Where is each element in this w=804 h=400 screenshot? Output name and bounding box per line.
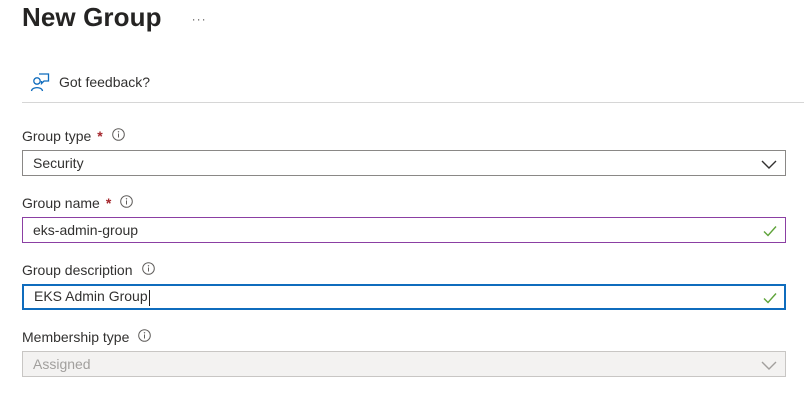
group-name-input[interactable]: eks-admin-group — [22, 217, 786, 243]
person-feedback-icon — [30, 72, 50, 92]
group-description-value: EKS Admin Group — [34, 288, 148, 305]
membership-type-dropdown: Assigned — [22, 351, 786, 377]
feedback-label: Got feedback? — [59, 74, 151, 90]
title-row: New Group ··· — [22, 2, 207, 33]
group-description-label: Group description — [22, 262, 133, 278]
toolbar-divider — [22, 102, 804, 103]
membership-type-label: Membership type — [22, 329, 130, 345]
chevron-down-icon — [761, 157, 777, 173]
group-description-input[interactable]: EKS Admin Group — [22, 284, 786, 310]
page-title: New Group — [22, 2, 162, 32]
required-indicator: * — [97, 128, 103, 144]
text-cursor — [148, 289, 150, 306]
group-description-value-wrap: EKS Admin Group — [24, 288, 784, 306]
more-options-button[interactable]: ··· — [192, 12, 207, 26]
group-type-value: Security — [33, 155, 84, 171]
checkmark-icon — [763, 291, 777, 307]
group-name-value: eks-admin-group — [33, 222, 139, 238]
chevron-down-icon — [761, 358, 777, 374]
info-icon[interactable] — [138, 329, 152, 345]
info-icon[interactable] — [141, 262, 155, 278]
membership-type-label-row: Membership type — [22, 329, 152, 345]
info-icon[interactable] — [111, 128, 125, 144]
info-icon[interactable] — [120, 195, 134, 211]
group-description-label-row: Group description — [22, 262, 155, 278]
got-feedback-button[interactable]: Got feedback? — [30, 72, 150, 92]
group-name-label: Group name — [22, 195, 100, 211]
group-type-label: Group type — [22, 128, 92, 144]
group-type-label-row: Group type * — [22, 128, 125, 144]
required-indicator: * — [105, 195, 112, 211]
group-type-dropdown[interactable]: Security — [22, 150, 786, 176]
checkmark-icon — [763, 224, 777, 240]
membership-type-value: Assigned — [33, 356, 91, 372]
group-name-label-row: Group name * — [22, 195, 134, 211]
